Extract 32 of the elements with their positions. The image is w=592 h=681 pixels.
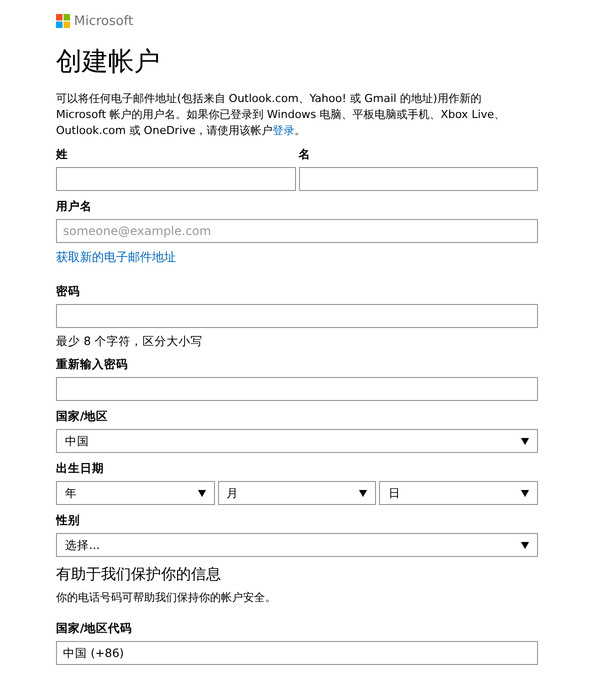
sign-in-link[interactable]: 登录 [272, 124, 295, 137]
page-title: 创建帐户 [56, 46, 160, 79]
caret-icon [198, 490, 206, 496]
input-field[interactable] [56, 377, 538, 401]
field-label: 出生日期 [56, 461, 104, 476]
logo-icon [56, 14, 70, 28]
caret-icon [521, 438, 529, 444]
dropdown[interactable]: 选择... [56, 533, 538, 557]
input-field[interactable] [56, 167, 296, 191]
dropdown[interactable]: 中国 [56, 429, 538, 453]
input-field[interactable] [298, 167, 538, 191]
field-label: 名 [298, 147, 310, 162]
note-text: 你的电话号码可帮助我们保持你的帐户安全。 [56, 590, 276, 605]
field-label: 国家/地区 [56, 409, 108, 424]
caret-icon [521, 490, 530, 496]
section-heading: 有助于我们保护你的信息 [56, 565, 221, 584]
field-label: 密码 [56, 284, 80, 299]
caret-icon [521, 542, 529, 548]
input-field[interactable]: 中国 (+86) [56, 641, 538, 665]
field-label: 用户名 [56, 199, 92, 214]
input-field[interactable] [56, 304, 538, 328]
caret-icon [359, 490, 368, 496]
intro-paragraph: 可以将任何电子邮件地址(包括来自 Outlook.com、Yahoo! 或 Gmail 的地址)用作新的 Microsoft 帐户的用户名。如果你已登录到 Windows 电脑、平板电脑或手机、Xbox Live、Outlook.com 或 OneDrive，请使用该帐户登录。 [56, 91, 506, 139]
hint-text: 最少 8 个字符，区分大小写 [56, 334, 203, 349]
field-label: 姓 [56, 147, 68, 162]
brand-name: Microsoft [74, 14, 134, 28]
new-email-link[interactable]: 获取新的电子邮件地址 [56, 249, 176, 266]
dropdown[interactable]: 日 [379, 481, 538, 505]
field-label: 重新输入密码 [56, 357, 128, 372]
dropdown[interactable]: 月 [218, 481, 376, 505]
field-label: 国家/地区代码 [56, 621, 132, 636]
dropdown[interactable]: 年 [56, 481, 215, 505]
